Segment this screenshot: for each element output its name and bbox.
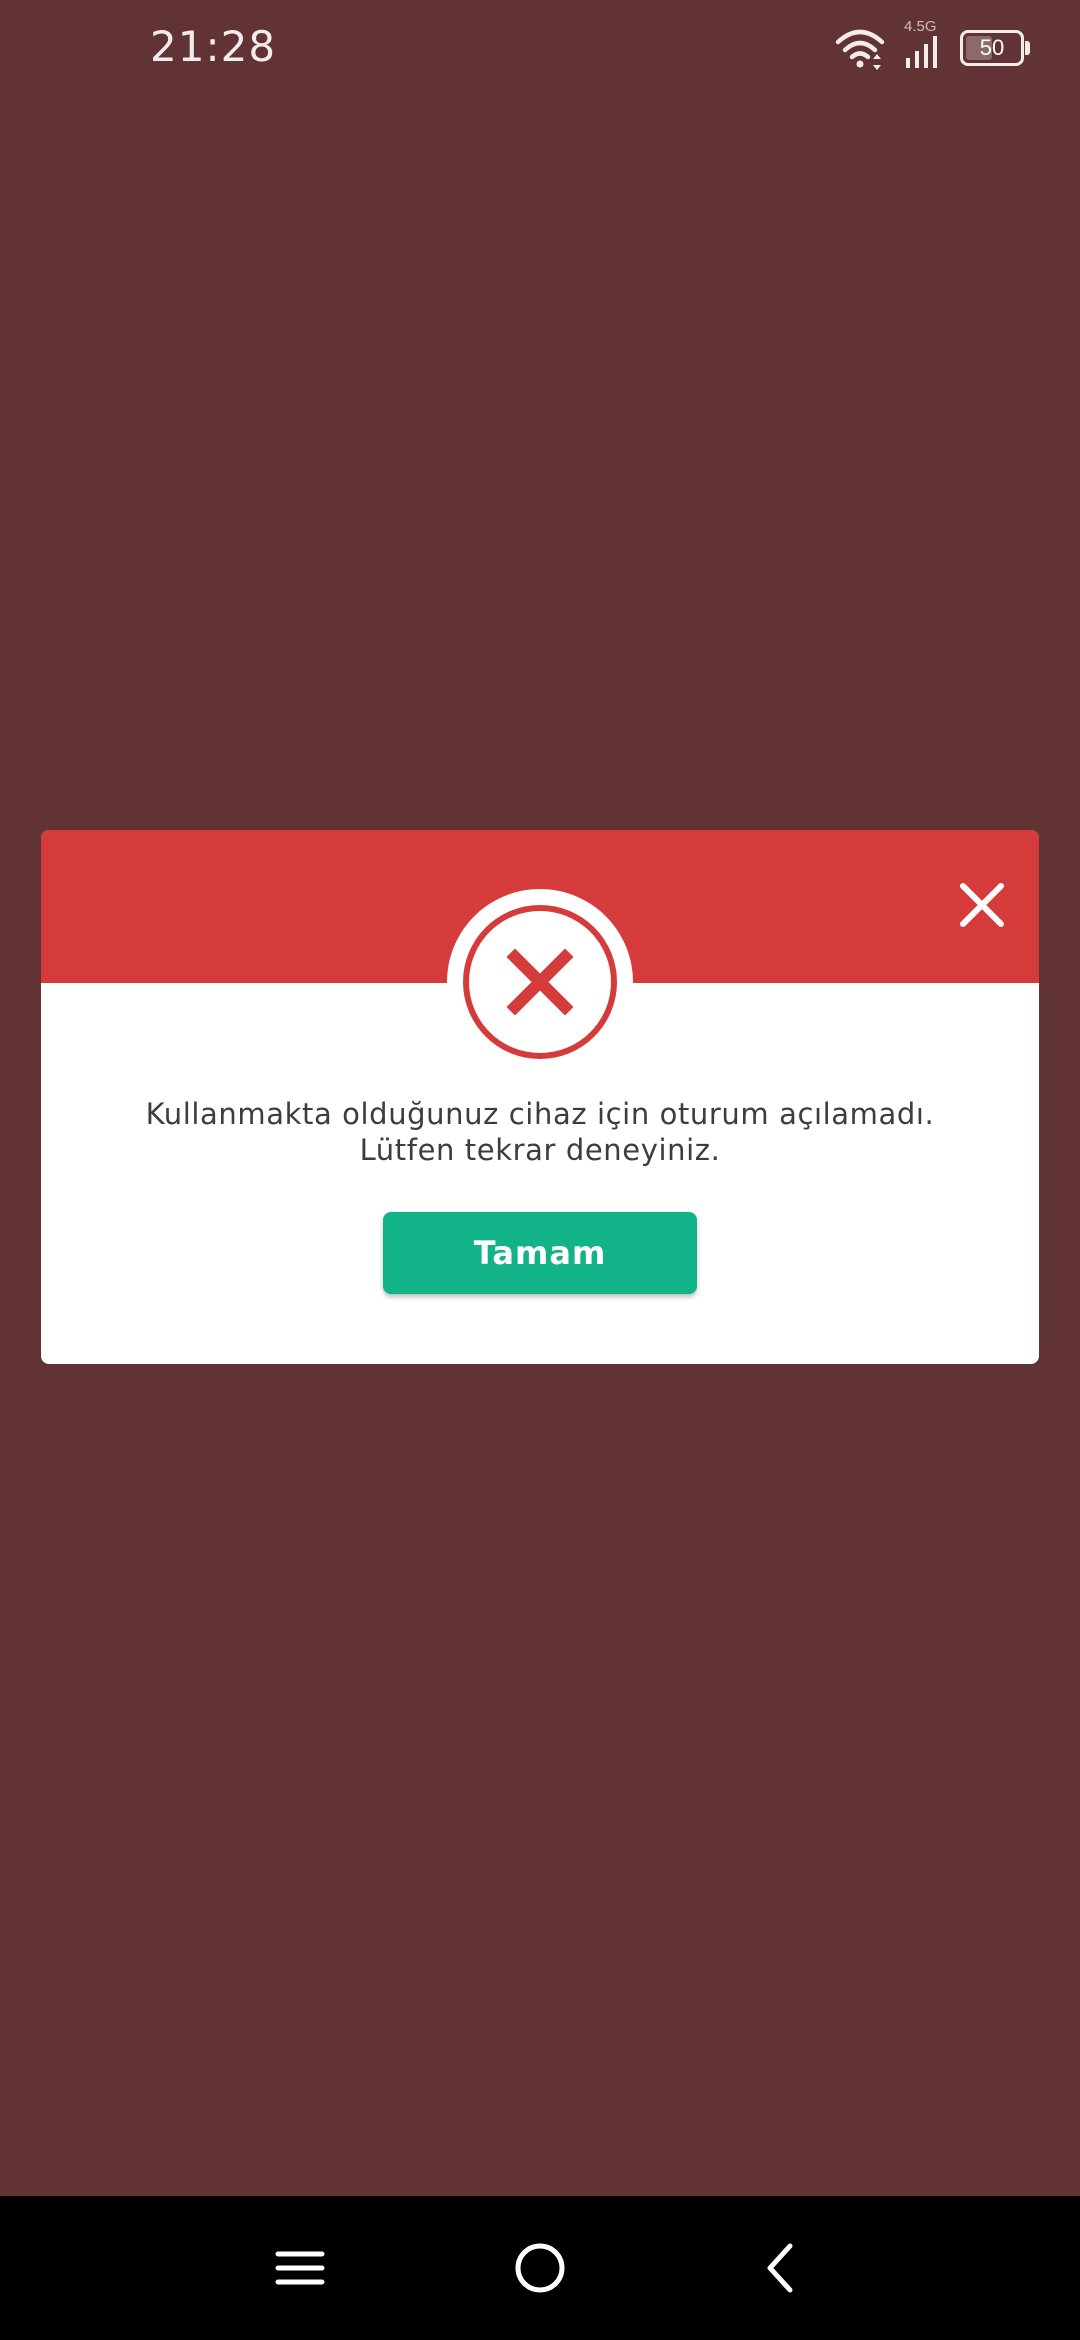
error-ring	[463, 905, 617, 1059]
network-type-label: 4.5G	[904, 18, 937, 35]
battery-level: 50	[979, 35, 1005, 60]
error-x-icon	[507, 949, 573, 1015]
status-time: 21:28	[150, 22, 277, 71]
dialog-message-line-2: Lütfen tekrar deneyiniz.	[359, 1133, 721, 1167]
status-bar: 21:28 4.5G 50	[0, 0, 1080, 100]
menu-button[interactable]	[262, 2230, 338, 2306]
navigation-bar	[0, 2196, 1080, 2340]
home-icon	[515, 2243, 565, 2293]
error-dialog: Kullanmakta olduğunuz cihaz için oturum …	[41, 830, 1039, 1364]
back-button[interactable]	[742, 2230, 818, 2306]
back-icon	[767, 2243, 793, 2293]
menu-icon	[275, 2251, 325, 2285]
dialog-message-line-1: Kullanmakta olduğunuz cihaz için oturum …	[145, 1097, 935, 1131]
close-button[interactable]	[943, 866, 1021, 944]
home-button[interactable]	[502, 2230, 578, 2306]
dialog-message: Kullanmakta olduğunuz cihaz için oturum …	[41, 1096, 1039, 1168]
ok-button[interactable]: Tamam	[383, 1212, 697, 1294]
wifi-icon	[835, 29, 885, 70]
battery-icon: 50	[960, 30, 1030, 66]
error-badge	[447, 889, 633, 1075]
signal-icon	[906, 36, 937, 68]
battery-nub	[1025, 41, 1030, 55]
close-icon	[960, 883, 1004, 927]
